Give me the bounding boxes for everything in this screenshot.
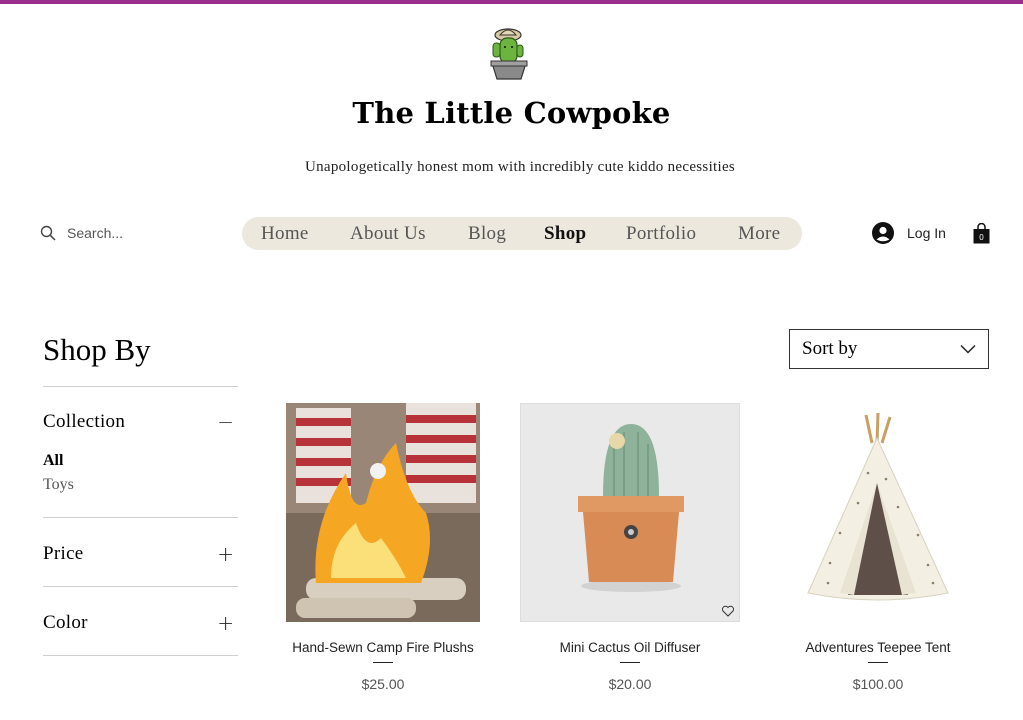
sort-by-dropdown[interactable]: Sort by (789, 329, 989, 369)
color-filter-label: Color (43, 612, 88, 633)
divider (43, 655, 238, 656)
collection-option-toys[interactable]: Toys (43, 476, 74, 494)
nav-about-us[interactable]: About Us (350, 223, 426, 245)
cart-count: 0 (979, 233, 984, 242)
chevron-down-icon (960, 344, 976, 354)
cactus-diffuser-image (521, 404, 739, 621)
color-filter-toggle[interactable]: Color + (43, 611, 238, 635)
login-button[interactable]: Log In (872, 222, 946, 244)
nav-home[interactable]: Home (261, 223, 309, 245)
nav-more[interactable]: More (738, 223, 780, 245)
collection-filter-toggle[interactable]: Collection − (43, 410, 238, 434)
divider (43, 386, 238, 387)
search-bar[interactable] (40, 224, 189, 242)
product-image[interactable] (286, 403, 480, 622)
plus-icon: + (217, 542, 234, 566)
product-card[interactable]: Adventures Teepee Tent $100.00 (768, 403, 988, 692)
top-accent-bar (0, 0, 1023, 4)
divider (868, 662, 888, 663)
product-price: $25.00 (361, 676, 405, 692)
heart-icon[interactable] (721, 604, 735, 618)
divider (620, 662, 640, 663)
sort-by-label: Sort by (802, 338, 858, 359)
product-name[interactable]: Hand-Sewn Camp Fire Plushs (286, 640, 480, 655)
nav-portfolio[interactable]: Portfolio (626, 223, 696, 245)
shop-by-heading: Shop By (43, 332, 151, 367)
collection-option-all[interactable]: All (43, 452, 63, 470)
main-nav: Home About Us Blog Shop Portfolio More (242, 217, 802, 250)
minus-icon: − (217, 410, 234, 434)
divider (43, 517, 238, 518)
login-label: Log In (907, 225, 946, 241)
product-name[interactable]: Adventures Teepee Tent (768, 640, 988, 655)
product-price: $20.00 (608, 676, 652, 692)
divider (43, 586, 238, 587)
shopping-bag-icon[interactable]: 0 (973, 223, 990, 244)
product-image[interactable] (520, 403, 740, 622)
user-avatar-icon (872, 222, 894, 244)
product-price: $100.00 (852, 676, 904, 692)
product-card[interactable]: Hand-Sewn Camp Fire Plushs $25.00 (286, 403, 480, 692)
product-name[interactable]: Mini Cactus Oil Diffuser (520, 640, 740, 655)
price-filter-label: Price (43, 543, 84, 564)
search-input[interactable] (65, 224, 189, 242)
product-card[interactable]: Mini Cactus Oil Diffuser $20.00 (520, 403, 740, 692)
collection-filter-label: Collection (43, 411, 126, 432)
campfire-plush-image (286, 403, 480, 622)
divider (373, 662, 393, 663)
product-image[interactable] (768, 403, 988, 622)
nav-shop[interactable]: Shop (544, 223, 586, 245)
site-tagline: Unapologetically honest mom with incredi… (304, 159, 736, 175)
teepee-tent-image (768, 403, 988, 622)
search-icon (40, 225, 56, 241)
price-filter-toggle[interactable]: Price + (43, 542, 238, 566)
nav-blog[interactable]: Blog (468, 223, 506, 245)
site-title: The Little Cowpoke (352, 96, 671, 130)
cactus-logo-icon (490, 28, 528, 80)
plus-icon: + (217, 611, 234, 635)
